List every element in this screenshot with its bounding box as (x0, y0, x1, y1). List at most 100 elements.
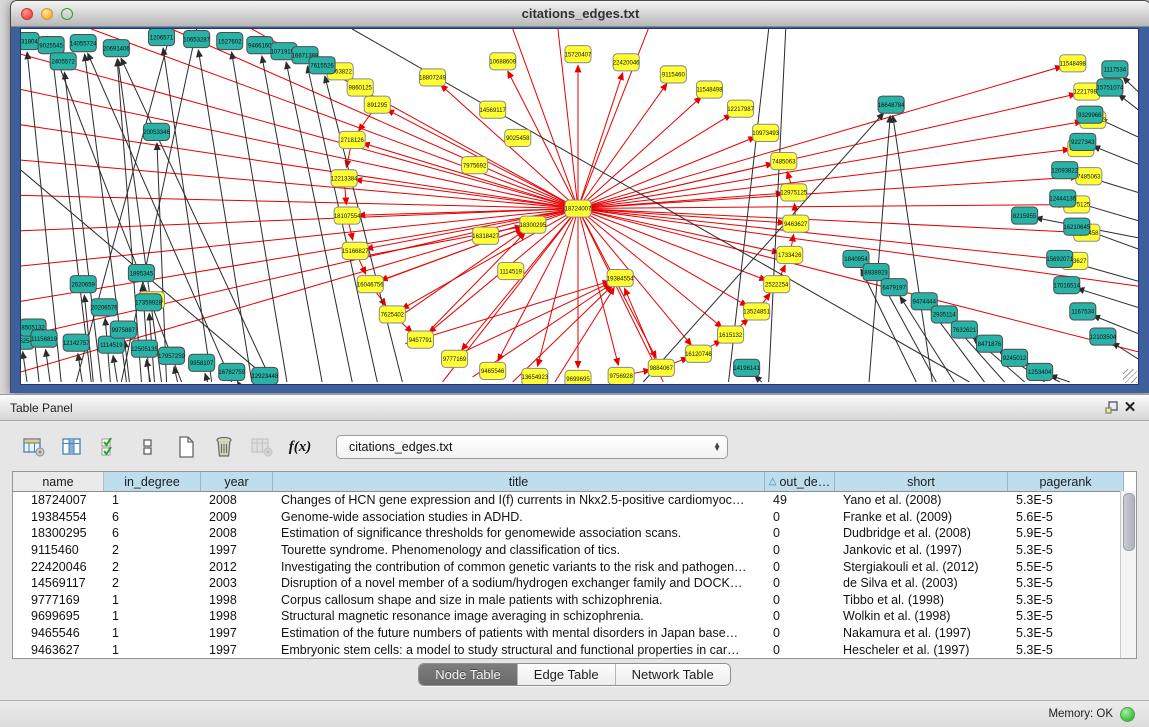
table-row[interactable]: 1456911722003Disruption of a novel membe… (13, 575, 1136, 592)
network-node[interactable]: 7615526 (309, 57, 335, 74)
network-node[interactable]: 9884067 (648, 359, 674, 376)
network-node[interactable]: 7632621 (951, 321, 977, 338)
table-cell[interactable]: Estimation of the future numbers of pati… (273, 626, 765, 640)
table-settings-icon[interactable] (22, 435, 46, 459)
table-cell[interactable]: 22420046 (13, 560, 104, 574)
network-node[interactable]: 9227343 (1070, 133, 1096, 150)
table-row[interactable]: 1830029562008Estimation of significance … (13, 525, 1136, 542)
table-cell[interactable]: 5.3E-5 (1008, 626, 1124, 640)
column-header-pagerank[interactable]: pagerank (1008, 472, 1124, 491)
table-cell[interactable]: 18300295 (13, 526, 104, 540)
column-header-out_de[interactable]: △out_de… (765, 472, 835, 491)
table-cell[interactable]: 5.3E-5 (1008, 493, 1124, 507)
table-row[interactable]: 1938455462009Genome-wide association stu… (13, 509, 1136, 526)
table-row[interactable]: 1872400712008Changes of HCN gene express… (13, 492, 1136, 509)
network-node[interactable]: 1733426 (777, 246, 803, 263)
network-node[interactable]: 9457791 (407, 331, 433, 348)
table-cell[interactable]: 2 (104, 543, 201, 557)
network-node[interactable]: 1895345 (128, 264, 154, 281)
network-node[interactable]: 9025545 (38, 37, 64, 54)
network-node[interactable]: 9756928 (608, 367, 634, 384)
table-cell[interactable]: Tibbo et al. (1998) (835, 593, 1008, 607)
network-node[interactable]: 12923448 (252, 367, 279, 384)
network-node[interactable]: 7975692 (462, 157, 488, 174)
table-cell[interactable]: de Silva et al. (2003) (835, 576, 1008, 590)
network-node[interactable]: 18300295 (519, 216, 546, 233)
network-node[interactable]: 9975887 (110, 321, 136, 338)
table-cell[interactable]: 0 (765, 526, 835, 540)
network-node[interactable]: 7625402 (379, 306, 405, 323)
network-node[interactable]: 9699695 (565, 370, 591, 384)
network-node[interactable]: 11548498 (1060, 55, 1087, 72)
table-cell[interactable]: 1 (104, 593, 201, 607)
network-node[interactable]: 14569117 (480, 101, 507, 118)
network-node[interactable]: 2620659 (70, 276, 96, 293)
table-cell[interactable]: Jankovic et al. (1997) (835, 543, 1008, 557)
table-cell[interactable]: 1997 (201, 643, 273, 657)
table-cell[interactable]: 9463627 (13, 643, 104, 657)
network-node[interactable]: 1167534 (1070, 303, 1096, 320)
column-header-short[interactable]: short (835, 472, 1008, 491)
network-node[interactable]: 16782759 (218, 363, 245, 380)
scrollbar-thumb[interactable] (1123, 493, 1135, 551)
table-cell[interactable]: Investigating the contribution of common… (273, 560, 765, 574)
table-cell[interactable]: 0 (765, 510, 835, 524)
table-cell[interactable]: 2009 (201, 510, 273, 524)
table-cell[interactable]: 2003 (201, 576, 273, 590)
network-node[interactable]: 12444136 (1049, 190, 1076, 207)
column-header-in_degree[interactable]: in_degree (104, 472, 201, 491)
network-node[interactable]: 6479197 (881, 279, 907, 296)
network-node[interactable]: 9115460 (660, 66, 686, 83)
network-node[interactable]: 16318427 (472, 227, 499, 244)
table-cell[interactable]: 2 (104, 576, 201, 590)
network-node[interactable]: 9025458 (505, 129, 531, 146)
network-node[interactable]: 9465546 (480, 362, 506, 379)
network-node[interactable]: 12975125 (780, 184, 807, 201)
table-cell[interactable]: 0 (765, 609, 835, 623)
citation-network-graph[interactable]: 1872400715720407106886091880724989129527… (21, 29, 1138, 384)
table-cell[interactable]: Structural magnetic resonance image aver… (273, 609, 765, 623)
select-rows-icon[interactable] (98, 435, 122, 459)
table-row[interactable]: 977716911998Corpus callosum shape and si… (13, 592, 1136, 609)
network-node[interactable]: 22420046 (613, 54, 640, 71)
network-node[interactable]: 8938923 (863, 263, 889, 280)
network-node[interactable]: 2522254 (764, 276, 790, 293)
network-node[interactable]: 12213384 (331, 170, 358, 187)
table-cell[interactable]: 0 (765, 560, 835, 574)
network-node[interactable]: 9245012 (1002, 349, 1028, 366)
float-panel-icon[interactable] (1103, 399, 1121, 417)
network-node[interactable]: 2405572 (50, 53, 76, 70)
table-cell[interactable]: 2008 (201, 493, 273, 507)
network-node[interactable]: 15166827 (342, 242, 369, 259)
table-cell[interactable]: Disruption of a novel member of a sodium… (273, 576, 765, 590)
network-node[interactable]: 20691406 (103, 40, 130, 57)
table-cell[interactable]: 0 (765, 643, 835, 657)
network-node[interactable]: 12103504 (1090, 328, 1117, 345)
network-node[interactable]: 18807249 (419, 69, 446, 86)
table-row[interactable]: 969969511998Structural magnetic resonanc… (13, 608, 1136, 625)
table-cell[interactable]: Embryonic stem cells: a model to study s… (273, 643, 765, 657)
row-height-icon[interactable] (136, 435, 160, 459)
network-node[interactable]: 12217987 (727, 100, 754, 117)
table-cell[interactable]: 1997 (201, 626, 273, 640)
table-cell[interactable]: 1 (104, 609, 201, 623)
table-cell[interactable]: 1998 (201, 593, 273, 607)
table-cell[interactable]: Franke et al. (2009) (835, 510, 1008, 524)
table-cell[interactable]: Yano et al. (2008) (835, 493, 1008, 507)
network-node[interactable]: 1615132 (717, 326, 743, 343)
column-header-year[interactable]: year (201, 472, 273, 491)
network-node[interactable]: 15720407 (565, 46, 592, 63)
network-node[interactable]: 10653287 (183, 31, 210, 48)
table-cell[interactable]: 9777169 (13, 593, 104, 607)
network-node[interactable]: 9860125 (347, 79, 373, 96)
close-panel-icon[interactable]: ✕ (1121, 399, 1139, 417)
network-node[interactable]: 10688609 (489, 53, 516, 70)
network-node[interactable]: 11548498 (696, 81, 723, 98)
table-cell[interactable]: 1997 (201, 543, 273, 557)
network-node[interactable]: 1117534 (1102, 61, 1128, 78)
table-row[interactable]: 946362711997Embryonic stem cells: a mode… (13, 641, 1136, 658)
network-node[interactable]: 17359928 (135, 294, 162, 311)
table-cell[interactable]: Corpus callosum shape and size in male p… (273, 593, 765, 607)
network-node[interactable]: 12505135 (131, 340, 158, 357)
network-node[interactable]: 12093822 (1051, 162, 1078, 179)
